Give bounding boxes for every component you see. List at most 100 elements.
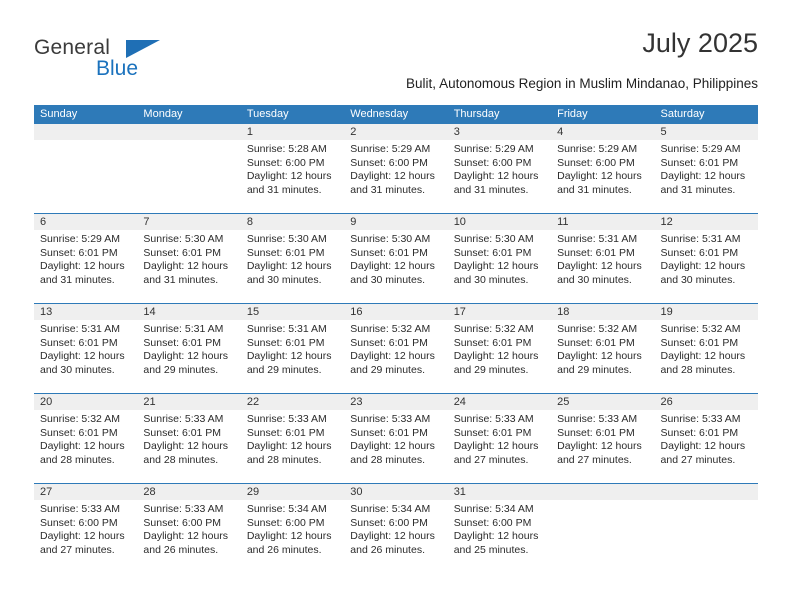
sunrise-text: Sunrise: 5:31 AM <box>557 233 638 245</box>
day-cell[interactable]: Sunrise: 5:28 AM Sunset: 6:00 PM Daylight:… <box>241 140 344 213</box>
day-cell[interactable]: Sunrise: 5:32 AM Sunset: 6:01 PM Daylight:… <box>344 320 447 393</box>
weekday-header-friday: Friday <box>557 108 588 120</box>
sunrise-text: Sunrise: 5:29 AM <box>453 143 534 155</box>
day-number[interactable]: 7 <box>137 214 240 230</box>
calendar-grid: Sunday Monday Tuesday Wednesday Thursday Frid… <box>34 105 758 573</box>
weekday-header-sunday: Sunday <box>40 108 78 120</box>
daylight-text: Daylight: 12 hours and 30 minutes. <box>453 260 539 286</box>
day-number[interactable]: 5 <box>655 124 758 140</box>
day-cell[interactable]: Sunrise: 5:32 AM Sunset: 6:01 PM Daylight:… <box>655 320 758 393</box>
daylight-text: Daylight: 12 hours and 29 minutes. <box>453 350 539 376</box>
page-title: July 2025 <box>642 28 758 58</box>
day-cell[interactable]: Sunrise: 5:32 AM Sunset: 6:01 PM Daylight:… <box>448 320 551 393</box>
sunset-text: Sunset: 6:01 PM <box>350 336 428 349</box>
day-number[interactable]: 1 <box>241 124 344 140</box>
sunrise-text: Sunrise: 5:31 AM <box>143 323 224 335</box>
daylight-text: Daylight: 12 hours and 26 minutes. <box>246 530 332 556</box>
logo[interactable]: General Blue <box>34 36 234 92</box>
day-cell[interactable]: Sunrise: 5:33 AM Sunset: 6:00 PM Daylight:… <box>137 500 240 573</box>
day-cell[interactable]: Sunrise: 5:32 AM Sunset: 6:01 PM Daylight:… <box>34 410 137 483</box>
day-cell[interactable]: Sunrise: 5:30 AM Sunset: 6:01 PM Daylight:… <box>241 230 344 303</box>
day-cell[interactable]: Sunrise: 5:33 AM Sunset: 6:01 PM Daylight:… <box>551 410 654 483</box>
day-number[interactable]: 14 <box>137 304 240 320</box>
day-cell[interactable]: Sunrise: 5:30 AM Sunset: 6:01 PM Daylight:… <box>448 230 551 303</box>
daylight-text: Daylight: 12 hours and 28 minutes. <box>660 350 746 376</box>
day-number[interactable]: 19 <box>655 304 758 320</box>
day-cell[interactable]: Sunrise: 5:33 AM Sunset: 6:01 PM Daylight:… <box>655 410 758 483</box>
sunset-text: Sunset: 6:00 PM <box>246 156 325 169</box>
day-number[interactable]: 2 <box>344 124 447 140</box>
day-number[interactable]: 18 <box>551 304 654 320</box>
sunset-text: Sunset: 6:01 PM <box>350 246 428 259</box>
day-number[interactable]: 26 <box>655 394 758 410</box>
sunrise-text: Sunrise: 5:30 AM <box>453 233 534 245</box>
day-cell[interactable]: Sunrise: 5:31 AM Sunset: 6:01 PM Daylight:… <box>137 320 240 393</box>
day-cell[interactable]: Sunrise: 5:29 AM Sunset: 6:01 PM Daylight:… <box>655 140 758 213</box>
day-number[interactable]: 8 <box>241 214 344 230</box>
sunrise-text: Sunrise: 5:33 AM <box>557 413 638 425</box>
day-number[interactable]: 27 <box>34 484 137 500</box>
day-number[interactable]: 4 <box>551 124 654 140</box>
sunrise-text: Sunrise: 5:32 AM <box>557 323 638 335</box>
day-number[interactable]: 25 <box>551 394 654 410</box>
day-cell[interactable]: Sunrise: 5:34 AM Sunset: 6:00 PM Daylight:… <box>241 500 344 573</box>
sunset-text: Sunset: 6:01 PM <box>660 156 739 169</box>
sunset-text: Sunset: 6:01 PM <box>246 336 325 349</box>
day-number-band: 12345 <box>34 124 758 140</box>
day-cell[interactable]: Sunrise: 5:33 AM Sunset: 6:01 PM Daylight:… <box>448 410 551 483</box>
day-cell[interactable]: Sunrise: 5:30 AM Sunset: 6:01 PM Daylight:… <box>344 230 447 303</box>
day-cell[interactable]: Sunrise: 5:33 AM Sunset: 6:01 PM Daylight:… <box>137 410 240 483</box>
day-cell[interactable]: Sunrise: 5:33 AM Sunset: 6:01 PM Daylight:… <box>241 410 344 483</box>
day-cell[interactable]: Sunrise: 5:33 AM Sunset: 6:00 PM Daylight:… <box>34 500 137 573</box>
sunrise-text: Sunrise: 5:33 AM <box>246 413 327 425</box>
sunrise-text: Sunrise: 5:30 AM <box>350 233 431 245</box>
day-number[interactable]: 13 <box>34 304 137 320</box>
day-number[interactable]: 6 <box>34 214 137 230</box>
day-cell[interactable]: Sunrise: 5:29 AM Sunset: 6:00 PM Daylight:… <box>551 140 654 213</box>
day-number[interactable]: 3 <box>448 124 551 140</box>
day-cell[interactable]: Sunrise: 5:29 AM Sunset: 6:00 PM Daylight:… <box>448 140 551 213</box>
sunset-text: Sunset: 6:00 PM <box>143 516 222 529</box>
day-cell[interactable]: Sunrise: 5:31 AM Sunset: 6:01 PM Daylight:… <box>655 230 758 303</box>
day-cell[interactable]: Sunrise: 5:31 AM Sunset: 6:01 PM Daylight:… <box>34 320 137 393</box>
day-number[interactable]: 11 <box>551 214 654 230</box>
day-cell[interactable]: Sunrise: 5:34 AM Sunset: 6:00 PM Daylight:… <box>344 500 447 573</box>
day-number[interactable]: 17 <box>448 304 551 320</box>
day-number[interactable]: 22 <box>241 394 344 410</box>
day-number[interactable]: 28 <box>137 484 240 500</box>
sunset-text: Sunset: 6:01 PM <box>557 336 635 349</box>
day-cell[interactable]: Sunrise: 5:32 AM Sunset: 6:01 PM Daylight:… <box>551 320 654 393</box>
day-number[interactable]: 16 <box>344 304 447 320</box>
day-number[interactable]: 23 <box>344 394 447 410</box>
daylight-text: Daylight: 12 hours and 27 minutes. <box>453 440 539 466</box>
day-number[interactable]: 10 <box>448 214 551 230</box>
calendar-page: General Blue July 2025 Bulit, Autonomous… <box>0 0 792 612</box>
sunset-text: Sunset: 6:01 PM <box>453 246 532 259</box>
day-number[interactable]: 15 <box>241 304 344 320</box>
day-cell[interactable]: Sunrise: 5:31 AM Sunset: 6:01 PM Daylight:… <box>551 230 654 303</box>
sunrise-text: Sunrise: 5:28 AM <box>246 143 327 155</box>
sunset-text: Sunset: 6:01 PM <box>660 336 739 349</box>
daylight-text: Daylight: 12 hours and 30 minutes. <box>350 260 435 286</box>
day-cell[interactable]: Sunrise: 5:31 AM Sunset: 6:01 PM Daylight:… <box>241 320 344 393</box>
day-number[interactable]: 9 <box>344 214 447 230</box>
calendar-week-row: 1 2 3 4 5 Sunrise: 5:28 AM Sunset: 6:00 PM Dayl… <box>34 124 758 213</box>
day-cell[interactable]: Sunrise: 5:33 AM Sunset: 6:01 PM Daylight:… <box>344 410 447 483</box>
day-number[interactable]: 20 <box>34 394 137 410</box>
day-number[interactable]: 30 <box>344 484 447 500</box>
page-subtitle: Bulit, Autonomous Region in Muslim Minda… <box>406 76 758 91</box>
day-cell[interactable]: Sunrise: 5:30 AM Sunset: 6:01 PM Daylight:… <box>137 230 240 303</box>
day-cell[interactable]: Sunrise: 5:34 AM Sunset: 6:00 PM Daylight:… <box>448 500 551 573</box>
day-number[interactable]: 24 <box>448 394 551 410</box>
day-detail-band: Sunrise: 5:31 AM Sunset: 6:01 PM Daylight:… <box>34 320 758 393</box>
day-number[interactable]: 21 <box>137 394 240 410</box>
day-number[interactable]: 29 <box>241 484 344 500</box>
daylight-text: Daylight: 12 hours and 28 minutes. <box>246 440 332 466</box>
day-cell[interactable]: Sunrise: 5:29 AM Sunset: 6:00 PM Daylight:… <box>344 140 447 213</box>
day-cell[interactable]: Sunrise: 5:29 AM Sunset: 6:01 PM Daylight:… <box>34 230 137 303</box>
sunrise-text: Sunrise: 5:32 AM <box>660 323 741 335</box>
day-number-band: 13 14 15 16 17 18 19 <box>34 304 758 320</box>
daylight-text: Daylight: 12 hours and 31 minutes. <box>557 170 642 196</box>
day-number[interactable]: 12 <box>655 214 758 230</box>
day-number[interactable]: 31 <box>448 484 551 500</box>
